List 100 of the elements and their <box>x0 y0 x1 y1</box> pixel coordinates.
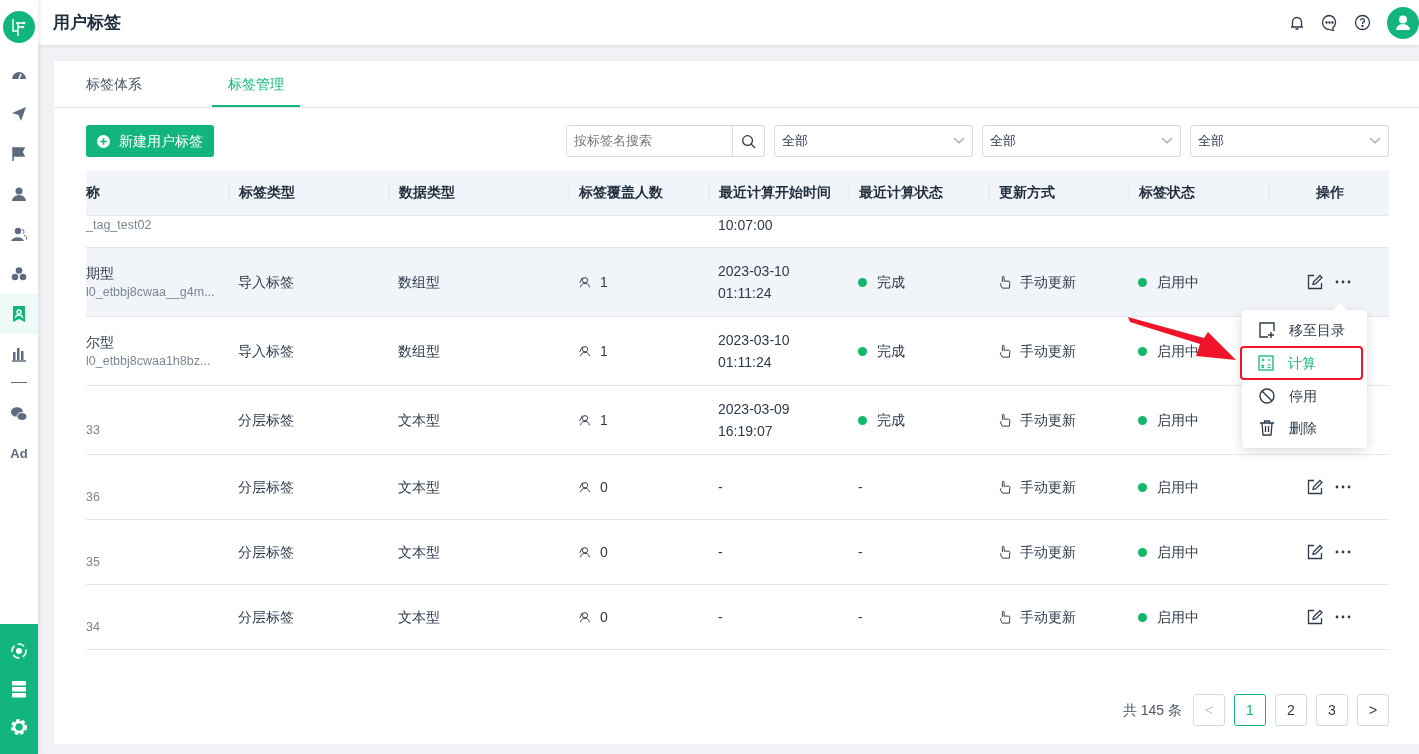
filter-select[interactable]: 全部 <box>774 125 973 157</box>
table-cell-text: 2023-03-10 <box>718 331 791 350</box>
users-icon[interactable] <box>11 226 27 242</box>
avatar-icon[interactable] <box>1387 6 1419 39</box>
chevron-down-icon <box>1369 137 1381 145</box>
table-cell-text: - <box>718 478 724 497</box>
table-cell-text: 文本型 <box>397 477 441 497</box>
chevron-down-icon <box>953 137 965 145</box>
table-cell-text: 01:11:24 <box>718 353 773 372</box>
person-icon <box>578 344 592 358</box>
folder-plus-icon <box>1259 322 1275 338</box>
table-cell-text: 启用中 <box>1157 607 1199 627</box>
table-cell-text: 分层标签 <box>237 410 295 430</box>
menu-item[interactable]: 删除 <box>1242 412 1367 444</box>
table-cell-text: 文本型 <box>397 410 441 430</box>
page-button[interactable]: 3 <box>1316 694 1348 726</box>
table-cell-text: 启用中 <box>1157 272 1199 292</box>
table-cell-text: 数组型 <box>397 272 441 292</box>
more-icon[interactable] <box>1335 615 1351 619</box>
trash-icon <box>1259 420 1275 436</box>
send-icon[interactable] <box>11 106 27 122</box>
message-icon[interactable] <box>1321 14 1338 31</box>
table-row[interactable]: 期型 l0_etbbj8cwaa__g4m... 导入标签 数组型 1 2023-03-10 01:11:24 完成 手动更新 启用中 <box>86 248 1389 317</box>
column-header: 标签类型 <box>229 183 389 202</box>
table-row[interactable]: 34 分层标签 文本型 0 - - 手动更新 启用中 <box>86 585 1389 650</box>
tag-name: 尔型 <box>86 332 115 352</box>
table-cell-text: 0 <box>600 542 608 562</box>
filter-select[interactable]: 全部 <box>982 125 1181 157</box>
help-icon[interactable] <box>1354 14 1371 31</box>
more-icon[interactable] <box>1335 550 1351 554</box>
page-button[interactable]: 2 <box>1275 694 1307 726</box>
tag-code: 36 <box>86 488 101 506</box>
table-cell-text: 01:11:24 <box>718 284 773 303</box>
person-icon <box>578 275 592 289</box>
chat-bubbles-icon[interactable] <box>11 406 27 422</box>
table-cell-text: 启用中 <box>1157 477 1199 497</box>
table-cell-text: 完成 <box>877 341 905 361</box>
table-cell-text: 分层标签 <box>237 542 295 562</box>
table-cell-text: 1 <box>600 341 608 361</box>
column-header: 标签覆盖人数 <box>569 183 709 202</box>
person-icon <box>578 480 592 494</box>
search-field[interactable]: 按标签名搜索 <box>566 125 765 157</box>
server-icon[interactable] <box>11 680 27 698</box>
table-cell-text: 2023-03-09 <box>718 400 791 419</box>
table-cell-text: 启用中 <box>1157 341 1199 361</box>
notification-icon[interactable] <box>1289 14 1305 31</box>
column-header: 更新方式 <box>989 183 1129 202</box>
table-cell-text: - <box>718 543 724 562</box>
table-cell-text: 1 <box>600 410 608 430</box>
ban-icon <box>1259 388 1275 404</box>
edit-icon[interactable] <box>1307 479 1323 495</box>
tag-code: l0_etbbj8cwaa__g4m... <box>86 283 216 301</box>
column-header: 称 <box>86 183 101 202</box>
table-cell-text: 手动更新 <box>1020 607 1076 627</box>
page-title: 用户标签 <box>53 11 121 34</box>
edit-icon[interactable] <box>1307 544 1323 560</box>
edit-icon[interactable] <box>1307 609 1323 625</box>
table-cell-text: 导入标签 <box>237 341 295 361</box>
table-cell-text: 完成 <box>877 272 905 292</box>
table-row[interactable]: 35 分层标签 文本型 0 - - 手动更新 启用中 <box>86 520 1389 585</box>
logo-icon[interactable] <box>3 11 35 43</box>
table-cell-text: 分层标签 <box>237 607 295 627</box>
more-icon[interactable] <box>1335 280 1351 284</box>
column-header: 数据类型 <box>389 183 569 202</box>
bar-chart-icon[interactable] <box>11 346 27 362</box>
filter-select[interactable]: 全部 <box>1190 125 1389 157</box>
network-icon[interactable] <box>10 642 28 660</box>
table-cell-text: 文本型 <box>397 542 441 562</box>
person-icon <box>578 413 592 427</box>
menu-item[interactable]: 移至目录 <box>1242 314 1367 346</box>
cluster-icon[interactable] <box>11 266 27 282</box>
total-count: 共 145 条 <box>1122 700 1182 720</box>
table-cell-text: 0 <box>600 607 608 627</box>
person-icon <box>578 545 592 559</box>
user-icon[interactable] <box>11 186 27 202</box>
column-header: 最近计算状态 <box>849 183 989 202</box>
column-header: 标签状态 <box>1129 183 1269 202</box>
ad-nav-item[interactable]: Ad <box>10 444 28 464</box>
tag-code: l0_etbbj8cwaa1h8bz... <box>86 352 212 370</box>
next-page-button[interactable]: > <box>1357 694 1389 726</box>
table-cell-text: 完成 <box>877 410 905 430</box>
table-cell-text: - <box>718 608 724 627</box>
more-icon[interactable] <box>1335 485 1351 489</box>
table-cell-text: 启用中 <box>1157 410 1199 430</box>
table-cell-text: 启用中 <box>1157 542 1199 562</box>
column-header: 操作 <box>1269 183 1389 202</box>
table-cell-text: 数组型 <box>397 341 441 361</box>
table-cell-text: - <box>858 477 863 497</box>
flag-icon[interactable] <box>11 146 27 162</box>
tag-icon[interactable] <box>11 306 27 322</box>
settings-icon[interactable] <box>10 718 28 736</box>
table-row[interactable]: 36 分层标签 文本型 0 - - 手动更新 启用中 <box>86 455 1389 520</box>
table-cell-text: - <box>858 607 863 627</box>
edit-icon[interactable] <box>1307 274 1323 290</box>
tab[interactable]: 标签体系 <box>86 74 142 107</box>
table-cell-text: 分层标签 <box>237 477 295 497</box>
tag-code: 34 <box>86 618 101 636</box>
calculator-icon <box>1258 355 1274 371</box>
table-cell-text: 手动更新 <box>1020 272 1076 292</box>
chevron-down-icon <box>1161 137 1173 145</box>
